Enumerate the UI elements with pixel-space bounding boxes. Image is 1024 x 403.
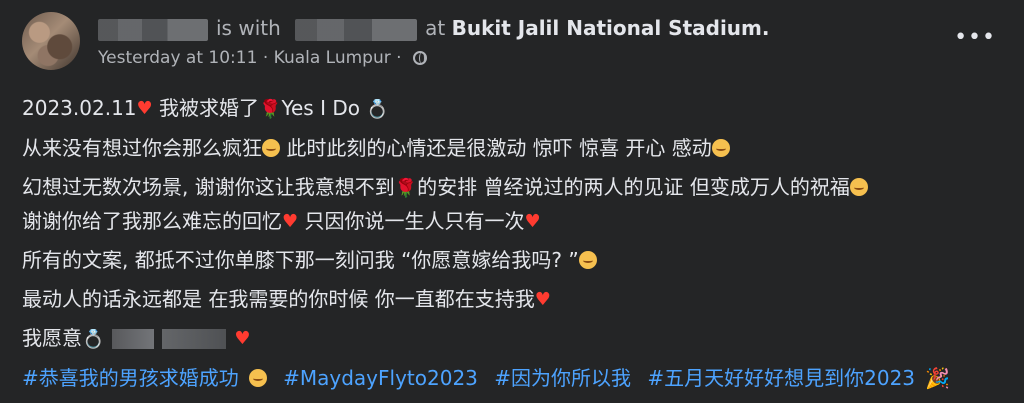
post-line-3: 幻想过无数次场景, 谢谢你这让我意想不到🌹的安排 曾经说过的两人的见证 但变成万… — [22, 171, 1002, 205]
blurred-tagged-user[interactable] — [295, 18, 418, 41]
ring-icon: 💍 — [82, 329, 105, 350]
meta-separator-2: · — [396, 48, 402, 68]
hashtag-link[interactable]: #因为你所以我 — [494, 366, 631, 390]
post-text-end: Yes I Do — [281, 96, 360, 120]
post-line-7: 我愿意💍 ♥ — [22, 322, 1002, 356]
blurred-name — [162, 329, 227, 349]
post-text: 从来没有想过你会那么疯狂 — [22, 136, 262, 160]
heart-icon: ♥ — [234, 328, 251, 349]
party-icon: 🎉 — [925, 366, 950, 390]
pleading-face-icon — [578, 251, 597, 269]
post-text-end: 此时此刻的心情还是很激动 惊吓 惊喜 开心 感动 — [286, 136, 712, 160]
smiling-face-icon — [248, 369, 267, 387]
post-text: 谢谢你给了我那么难忘的回忆 — [22, 209, 282, 233]
profile-avatar[interactable] — [22, 12, 80, 70]
post-text: 幻想过无数次场景, 谢谢你这让我意想不到 — [22, 175, 395, 199]
post-text: 我愿意 — [22, 326, 82, 350]
post-body: 2023.02.11♥ 我被求婚了🌹Yes I Do 💍 从来没有想过你会那么疯… — [22, 92, 1002, 395]
post-text: 所有的文案, 都抵不过你单膝下那一刻问我 “你愿意嫁给我吗? ” — [22, 248, 579, 272]
post-line-4: 谢谢你给了我那么难忘的回忆♥ 只因你说一生人只有一次♥ — [22, 205, 1002, 238]
smiling-face-icon — [849, 178, 868, 196]
post-text-end: 的安排 曾经说过的两人的见证 但变成万人的祝福 — [417, 175, 850, 199]
rose-icon: 🌹 — [394, 178, 418, 199]
at-text: at — [425, 16, 446, 40]
post-text: 我被求婚了 — [159, 96, 260, 120]
post-meta: Yesterday at 10:11 · Kuala Lumpur · — [98, 48, 427, 68]
post-text-end: 只因你说一生人只有一次 — [304, 209, 525, 233]
rose-icon: 🌹 — [259, 99, 282, 120]
blurred-name — [112, 329, 155, 349]
post-date: 2023.02.11 — [22, 96, 137, 120]
with-text: is with — [216, 16, 281, 40]
hashtag-list: #恭喜我的男孩求婚成功 #MaydayFlyto2023 #因为你所以我 #五月… — [22, 362, 1002, 395]
blurred-user-name[interactable] — [98, 18, 208, 41]
post-text: 最动人的话永远都是 在我需要的你时候 你一直都在支持我 — [22, 287, 535, 311]
more-options-button[interactable]: ••• — [954, 25, 996, 50]
post-line-6: 最动人的话永远都是 在我需要的你时候 你一直都在支持我♥ — [22, 283, 1002, 316]
globe-icon — [412, 51, 427, 65]
ring-icon: 💍 — [366, 99, 389, 120]
hashtag-link[interactable]: #五月天好好好想見到你2023 — [647, 366, 915, 390]
heart-icon: ♥ — [524, 211, 541, 232]
location-link[interactable]: Bukit Jalil National Stadium. — [452, 16, 770, 40]
post-line-1: 2023.02.11♥ 我被求婚了🌹Yes I Do 💍 — [22, 92, 1002, 126]
hashtag-link[interactable]: #恭喜我的男孩求婚成功 — [22, 366, 239, 390]
heart-icon: ♥ — [534, 289, 551, 310]
flushed-face-icon — [262, 139, 280, 157]
heart-icon: ♥ — [282, 211, 299, 232]
heart-icon: ♥ — [136, 98, 153, 119]
hashtag-link[interactable]: #MaydayFlyto2023 — [283, 366, 478, 390]
post-header: is with at Bukit Jalil National Stadium. — [98, 16, 769, 41]
post-time[interactable]: Yesterday at 10:11 — [98, 48, 257, 68]
pleading-face-icon — [711, 139, 730, 157]
facebook-post: is with at Bukit Jalil National Stadium.… — [0, 0, 1024, 403]
meta-separator: · — [262, 48, 269, 68]
post-city[interactable]: Kuala Lumpur — [274, 48, 391, 68]
post-line-2: 从来没有想过你会那么疯狂 此时此刻的心情还是很激动 惊吓 惊喜 开心 感动 — [22, 132, 1002, 165]
post-line-5: 所有的文案, 都抵不过你单膝下那一刻问我 “你愿意嫁给我吗? ” — [22, 244, 1002, 277]
